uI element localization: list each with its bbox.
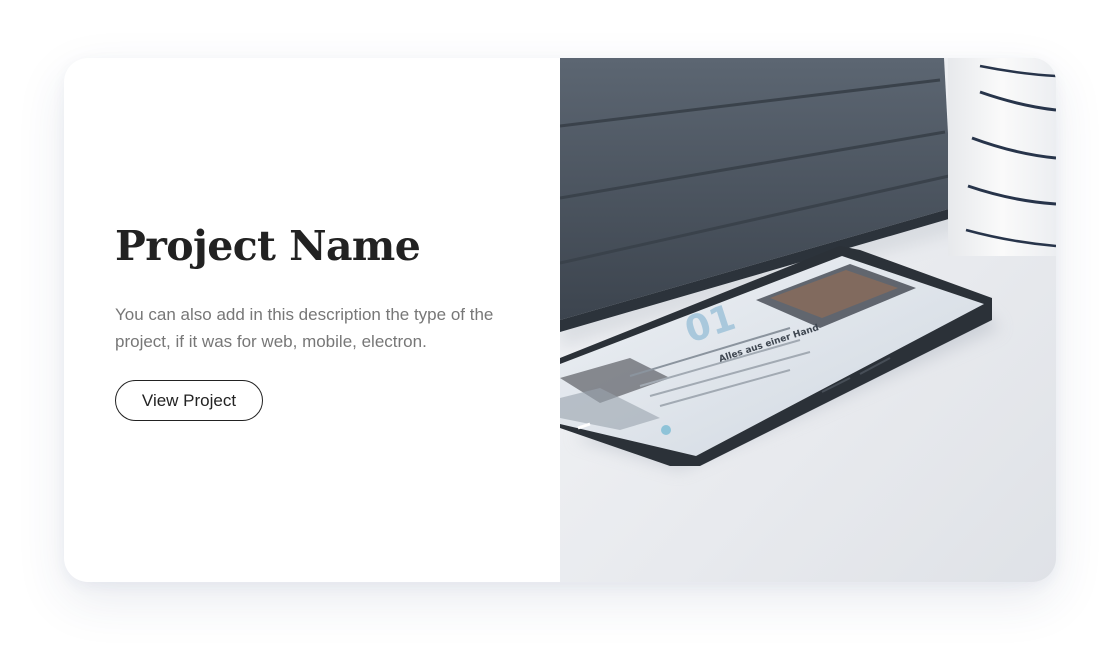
project-photo: 01 Alles aus einer Hand — [560, 58, 1056, 582]
page: Project Name You can also add in this de… — [0, 0, 1120, 652]
project-title: Project Name — [115, 222, 421, 270]
project-card: Project Name You can also add in this de… — [64, 58, 1056, 582]
project-image: 01 Alles aus einer Hand — [560, 58, 1056, 582]
project-card-content: Project Name You can also add in this de… — [64, 58, 560, 582]
project-description: You can also add in this description the… — [115, 305, 494, 351]
view-project-button[interactable]: View Project — [115, 380, 263, 421]
